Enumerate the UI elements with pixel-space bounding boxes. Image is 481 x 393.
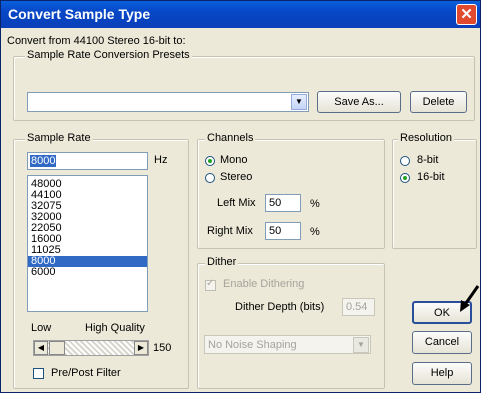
dither-depth-label: Dither Depth (bits)	[235, 301, 325, 313]
scroll-right-icon[interactable]: ▶	[134, 341, 148, 355]
presets-combobox[interactable]: ▼	[27, 92, 309, 112]
quality-high-label: High Quality	[85, 322, 145, 334]
list-item[interactable]: 6000	[28, 267, 147, 278]
stereo-label: Stereo	[220, 171, 253, 183]
resolution-label: Resolution	[398, 132, 454, 144]
cancel-button[interactable]: Cancel	[412, 331, 472, 354]
scroll-left-icon[interactable]: ◀	[34, 341, 48, 355]
left-mix-label: Left Mix	[217, 197, 256, 209]
quality-low-label: Low	[31, 322, 52, 334]
hz-unit: Hz	[154, 154, 168, 166]
help-button[interactable]: Help	[412, 362, 472, 385]
chevron-down-icon[interactable]: ▼	[353, 337, 369, 353]
8-bit-radio[interactable]	[400, 156, 410, 166]
left-mix-percent: %	[310, 198, 320, 210]
noise-shaping-dropdown[interactable]: No Noise Shaping ▼	[204, 335, 371, 354]
convert-sample-type-dialog: Convert Sample Type ✕ Convert from 44100…	[0, 0, 481, 393]
right-mix-value: 50	[269, 225, 282, 237]
right-mix-label: Right Mix	[207, 225, 253, 237]
mono-label: Mono	[220, 154, 248, 166]
right-mix-percent: %	[310, 226, 320, 238]
pre-post-filter-checkbox[interactable]	[33, 368, 44, 379]
close-icon[interactable]: ✕	[456, 4, 477, 25]
8-bit-label: 8-bit	[417, 154, 439, 166]
dialog-title: Convert Sample Type	[8, 6, 151, 22]
intro-text: Convert from 44100 Stereo 16-bit to:	[7, 35, 186, 47]
sample-rate-label: Sample Rate	[25, 132, 93, 144]
save-as-button[interactable]: Save As...	[317, 91, 401, 113]
right-mix-input[interactable]: 50	[265, 222, 301, 240]
noise-shaping-value: No Noise Shaping	[208, 339, 297, 351]
mono-radio[interactable]	[205, 156, 215, 166]
left-mix-input[interactable]: 50	[265, 194, 301, 212]
quality-value: 150	[153, 342, 172, 354]
arrow-icon	[460, 285, 480, 312]
dither-depth-value: 0.54	[346, 301, 368, 313]
dither-depth-input[interactable]: 0.54	[342, 298, 375, 316]
sample-rate-value: 8000	[30, 155, 57, 167]
title-bar[interactable]: Convert Sample Type ✕	[1, 1, 480, 28]
stereo-radio[interactable]	[205, 173, 215, 183]
quality-scrollbar[interactable]: ◀ ▶	[33, 340, 149, 356]
sample-rate-input[interactable]: 8000	[27, 152, 148, 170]
delete-button[interactable]: Delete	[410, 91, 467, 113]
16-bit-radio[interactable]	[400, 173, 410, 183]
scroll-thumb[interactable]	[49, 341, 65, 355]
16-bit-label: 16-bit	[417, 171, 445, 183]
sample-rate-list[interactable]: 48000 44100 32075 32000 22050 16000 1102…	[27, 175, 148, 312]
enable-dithering-checkbox[interactable]: ✓	[205, 278, 216, 291]
dither-label: Dither	[205, 256, 239, 268]
presets-label: Sample Rate Conversion Presets	[25, 49, 192, 61]
channels-label: Channels	[205, 132, 256, 144]
check-icon: ✓	[206, 278, 215, 289]
left-mix-value: 50	[269, 197, 282, 209]
pre-post-filter-label: Pre/Post Filter	[51, 367, 121, 379]
enable-dithering-label: Enable Dithering	[223, 278, 305, 290]
chevron-down-icon[interactable]: ▼	[291, 94, 307, 110]
